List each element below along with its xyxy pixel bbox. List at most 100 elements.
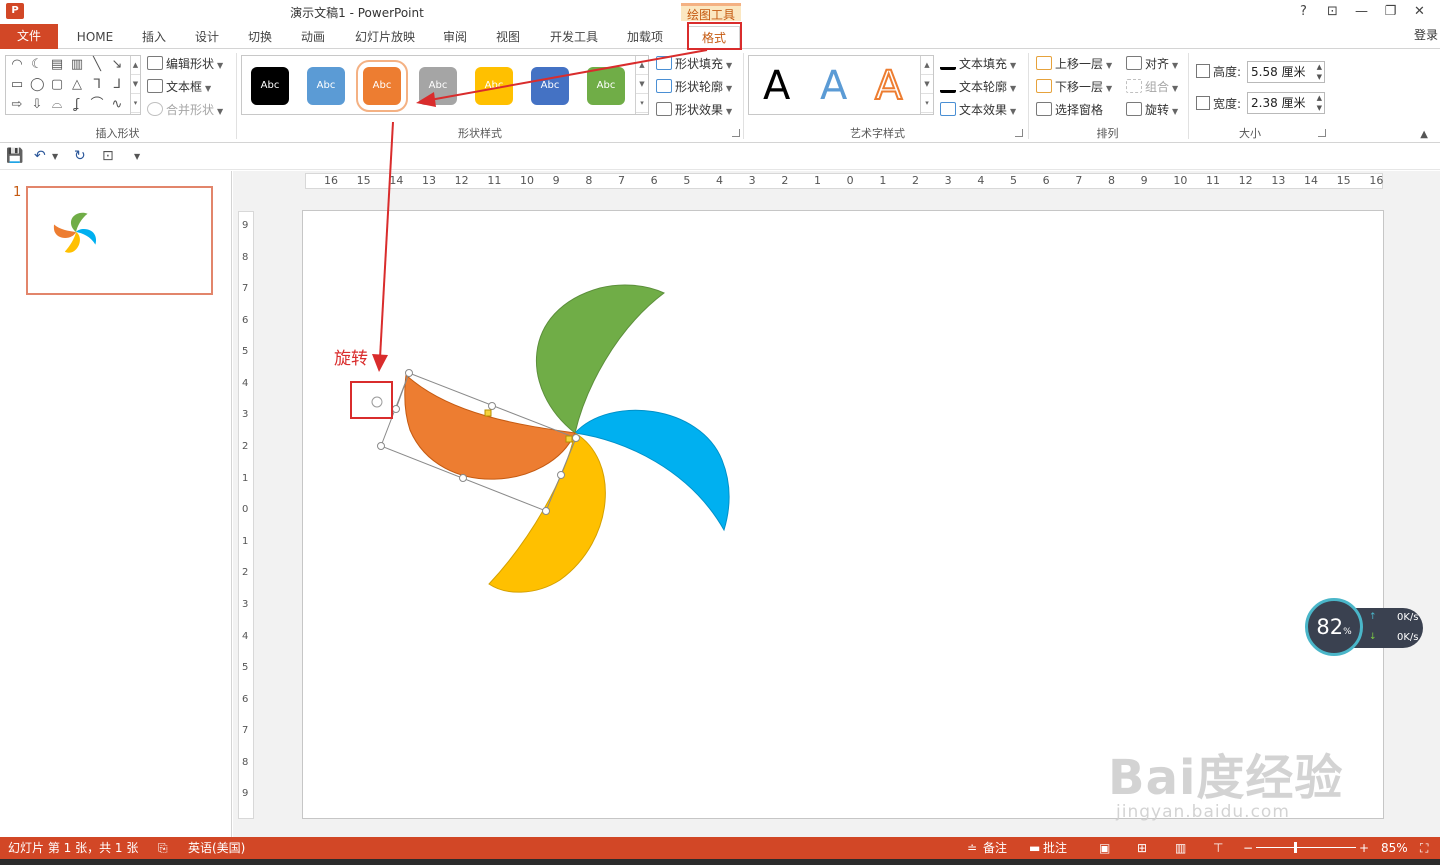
comments-button[interactable]: 批注 [1043,837,1067,859]
redo-icon[interactable]: ↻ [74,148,86,164]
elbow-arrow-shape-icon[interactable]: ᒧ [110,78,124,91]
tab-file[interactable]: 文件 [0,24,58,49]
scribble-shape-icon[interactable]: ʆ [70,98,84,111]
moon-shape-icon[interactable]: ☾ [30,58,44,71]
group-icon [1126,79,1142,93]
ruler-tick-label: 4 [242,377,249,389]
curve-shape-icon[interactable]: ⌒ [90,98,104,111]
shapes-gallery[interactable]: ◠ ☾ ▤ ▥ ╲ ↘ ▭ ◯ ▢ △ ᒣ ᒧ ⇨ ⇩ ⌓ ʆ ⌒ ∿ ▲ ▼ ▾ [5,55,141,115]
tab-developer[interactable]: 开发工具 [543,26,605,49]
language-status[interactable]: 英语(美国) [188,837,245,859]
customize-qat-icon[interactable]: ▼ [134,152,140,161]
shape-style-swatch-blue[interactable]: Abc [307,67,345,105]
shapes-gallery-scroll[interactable]: ▲ ▼ ▾ [130,56,140,114]
shape-style-swatch-gold[interactable]: Abc [475,67,513,105]
close-button[interactable]: ✕ [1405,2,1434,22]
tab-format[interactable]: 格式 [688,26,740,49]
undo-dropdown-icon[interactable]: ▼ [52,152,58,161]
rectangle-shape-icon[interactable]: ▭ [10,78,24,91]
shape-style-swatch-black[interactable]: Abc [251,67,289,105]
textbox-shape-icon[interactable]: ▤ [50,58,64,71]
sign-in-link[interactable]: 登录 [1414,26,1438,43]
shape-effects-icon [656,102,672,116]
shape-style-swatch-gray[interactable]: Abc [419,67,457,105]
tab-home[interactable]: HOME [72,26,118,49]
wordart-style-orange-outline[interactable]: A [874,63,903,109]
shape-style-swatch-green[interactable]: Abc [587,67,625,105]
down-arrow-shape-icon[interactable]: ⇩ [30,98,44,111]
fit-slide-icon[interactable]: ⛶ [1420,837,1428,859]
spelling-check-icon[interactable]: ⎘ [158,837,168,859]
tab-transitions[interactable]: 切换 [242,26,278,49]
zoom-slider-thumb[interactable] [1294,842,1297,853]
reading-view-icon[interactable]: ▥ [1175,837,1186,859]
tab-design[interactable]: 设计 [189,26,225,49]
wordart-style-black[interactable]: A [763,64,790,108]
oval-shape-icon[interactable]: ◯ [30,78,45,91]
rounded-rectangle-shape-icon[interactable]: ▢ [50,78,64,91]
tab-insert[interactable]: 插入 [136,26,172,49]
slideshow-view-icon[interactable]: ⊤ [1213,837,1223,859]
notes-button[interactable]: 备注 [983,837,1007,859]
arc-shape-icon[interactable]: ◠ [10,58,24,71]
wordart-gallery-scroll[interactable]: ▲ ▼ ▾ [920,56,933,114]
group-button[interactable]: 组合 ▼ [1126,78,1178,96]
shape-outline-button[interactable]: 形状轮廓 ▼ [656,78,732,96]
zoom-out-button[interactable]: − [1243,837,1253,859]
tab-review[interactable]: 审阅 [437,26,473,49]
align-button[interactable]: 对齐 ▼ [1126,55,1178,73]
edit-shape-button[interactable]: 编辑形状 ▼ [147,55,223,73]
slide-sorter-view-icon[interactable]: ⊞ [1137,837,1147,859]
text-effects-button[interactable]: 文本效果 ▼ [940,101,1016,119]
tab-slideshow[interactable]: 幻灯片放映 [348,26,422,49]
minimize-button[interactable]: — [1347,2,1376,22]
triangle-shape-icon[interactable]: △ [70,78,84,91]
shape-styles-gallery-scroll[interactable]: ▲ ▼ ▾ [635,56,648,114]
start-slideshow-icon[interactable]: ⊡ [102,148,114,164]
arrow-line-shape-icon[interactable]: ↘ [110,58,124,71]
wave-shape-icon[interactable]: ∿ [110,98,124,111]
collapse-ribbon-icon[interactable]: ▲ [1420,129,1428,140]
shape-fill-button[interactable]: 形状填充 ▼ [656,55,732,73]
line-shape-icon[interactable]: ╲ [90,58,104,71]
right-arrow-shape-icon[interactable]: ⇨ [10,98,24,111]
wordart-styles-launcher-icon[interactable] [1015,129,1023,137]
shape-style-swatch-dark-blue[interactable]: Abc [531,67,569,105]
help-button[interactable]: ? [1289,2,1318,22]
zoom-slider[interactable] [1256,847,1356,848]
selection-pane-button[interactable]: 选择窗格 [1036,101,1103,119]
save-icon[interactable]: 💾 [6,148,23,164]
shape-style-swatch-orange[interactable]: Abc [356,60,408,112]
slide-thumbnail[interactable] [26,186,213,295]
zoom-level[interactable]: 85% [1381,837,1408,859]
text-outline-button[interactable]: 文本轮廓 ▼ [940,78,1016,96]
shape-height-input[interactable]: 5.58 厘米 ▲ ▼ [1247,61,1325,83]
text-fill-button[interactable]: 文本填充 ▼ [940,55,1016,73]
restore-button[interactable]: ❐ [1376,2,1405,22]
send-backward-button[interactable]: 下移一层 ▼ [1036,78,1112,96]
rotate-button[interactable]: 旋转 ▼ [1126,101,1178,119]
shape-styles-launcher-icon[interactable] [732,129,740,137]
shape-effects-button[interactable]: 形状效果 ▼ [656,101,732,119]
tab-animations[interactable]: 动画 [295,26,331,49]
undo-icon[interactable]: ↶ [34,148,46,164]
vertical-textbox-shape-icon[interactable]: ▥ [70,58,84,71]
bring-forward-button[interactable]: 上移一层 ▼ [1036,55,1112,73]
width-spinner-icon[interactable]: ▲ ▼ [1317,93,1322,113]
tab-addins[interactable]: 加载项 [620,26,670,49]
powerpoint-app-icon[interactable]: P [6,3,24,19]
freeform-shape-icon[interactable]: ⌓ [50,98,64,111]
network-speed-widget[interactable]: 82% ↑ 0K/s ↓ 0K/s [1305,598,1425,656]
normal-view-icon[interactable]: ▣ [1099,837,1110,859]
shape-width-input[interactable]: 2.38 厘米 ▲ ▼ [1247,92,1325,114]
zoom-in-button[interactable]: + [1359,837,1369,859]
tab-view[interactable]: 视图 [490,26,526,49]
wordart-style-blue[interactable]: A [820,64,847,108]
height-spinner-icon[interactable]: ▲ ▼ [1317,62,1322,82]
merge-shapes-button[interactable]: 合并形状 ▼ [147,101,223,119]
size-launcher-icon[interactable] [1318,129,1326,137]
upload-arrow-icon: ↑ [1369,612,1377,622]
text-box-button[interactable]: 文本框 ▼ [147,78,211,96]
ribbon-display-options-icon[interactable]: ⊡ [1318,2,1347,22]
elbow-connector-shape-icon[interactable]: ᒣ [90,78,104,91]
